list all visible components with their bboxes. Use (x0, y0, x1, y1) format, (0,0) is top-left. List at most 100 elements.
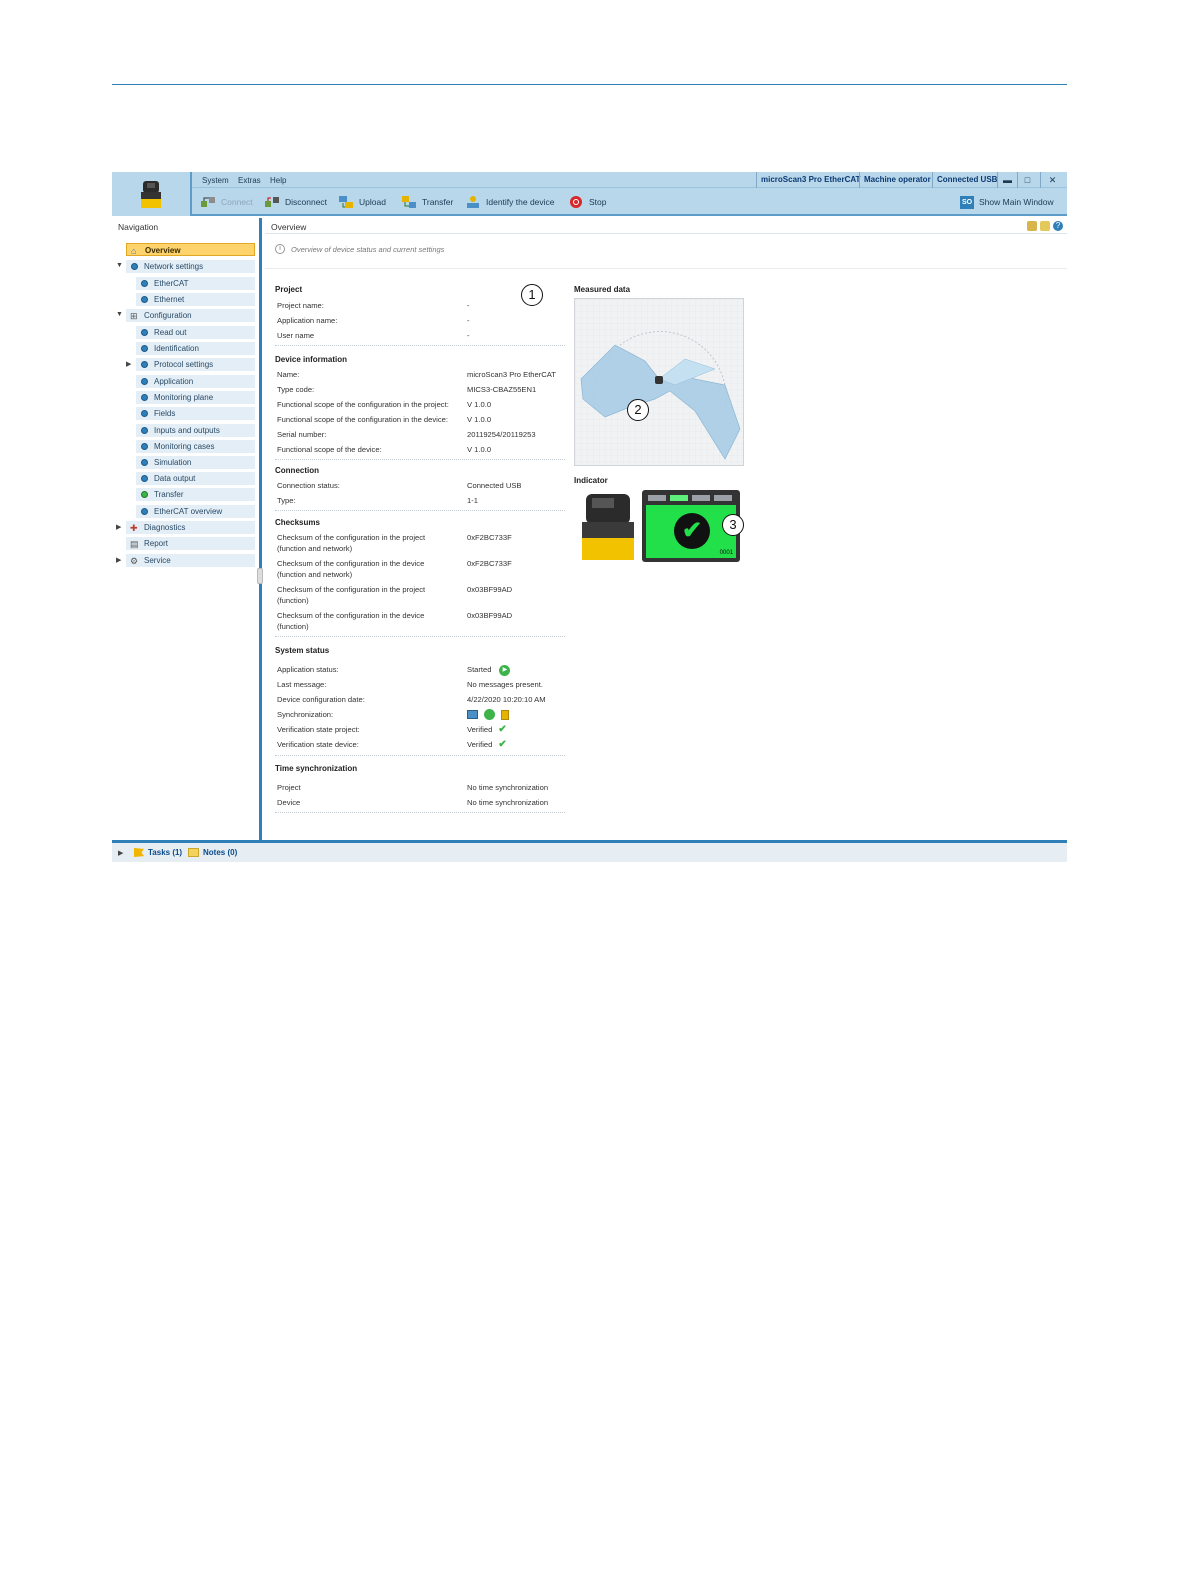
callout-1: 1 (521, 284, 543, 306)
maximize-button[interactable]: □ (1017, 172, 1037, 188)
status-device: microScan3 Pro EtherCAT (756, 172, 864, 188)
device-logo (112, 172, 192, 216)
nav-item-monitoring-cases[interactable]: Monitoring cases (136, 440, 255, 453)
divider (275, 459, 565, 460)
menu-system[interactable]: System (202, 176, 229, 185)
toolbar: Connect Disconnect Upload Transfer Ident… (192, 188, 1067, 216)
indicator-graphic: ✔ 0001 3 (574, 490, 744, 564)
nav-item-label: Fields (154, 409, 176, 418)
nav-item-ethercat[interactable]: EtherCAT (136, 277, 255, 290)
print-icon[interactable] (1027, 221, 1037, 231)
nav-item-label: Read out (154, 328, 187, 337)
nav-item-simulation[interactable]: Simulation (136, 456, 255, 469)
disconnect-button[interactable]: Disconnect (264, 194, 327, 210)
scan-field-graphic (575, 299, 743, 465)
nav-item-monitoring-plane[interactable]: Monitoring plane (136, 391, 255, 404)
show-main-window-button[interactable]: SO Show Main Window (960, 194, 1054, 210)
checksum-label-line1: Checksum of the configuration in the dev… (277, 559, 425, 568)
menu-extras[interactable]: Extras (238, 176, 261, 185)
collapse-arrow-icon[interactable]: ▼ (116, 311, 123, 318)
scanner-device-icon (582, 494, 634, 560)
minimize-button[interactable]: ▬ (997, 172, 1017, 188)
overview-icon: ⌂ (131, 246, 137, 256)
nav-item-application[interactable]: Application (136, 375, 255, 388)
ethercat-icon (141, 280, 148, 287)
tasks-button[interactable]: Tasks (1) (134, 848, 182, 857)
connection-status-value: Connected USB (467, 481, 522, 490)
led-indicator (648, 495, 666, 501)
nav-item-data-output[interactable]: Data output (136, 472, 255, 485)
serial-number-label: Serial number: (277, 430, 327, 439)
menu-help[interactable]: Help (270, 176, 286, 185)
close-button[interactable]: ✕ (1040, 172, 1064, 188)
nav-item-diagnostics[interactable]: ✚ Diagnostics (126, 521, 255, 534)
nav-item-label: Service (144, 556, 171, 565)
application-status-label: Application status: (277, 665, 339, 674)
nav-item-network-settings[interactable]: Network settings (126, 260, 255, 273)
nav-item-configuration[interactable]: ⊞ Configuration (126, 309, 255, 322)
nav-item-ethercat-overview[interactable]: EtherCAT overview (136, 505, 255, 518)
notes-button[interactable]: Notes (0) (188, 848, 237, 857)
checksum-label-line2: (function and network) (277, 543, 353, 553)
nav-item-ethernet[interactable]: Ethernet (136, 293, 255, 306)
verified-check-icon: ✔ (498, 724, 507, 735)
checksum-device-full-label: Checksum of the configuration in the dev… (277, 559, 467, 580)
application-icon (141, 378, 148, 385)
synchronization-label: Synchronization: (277, 710, 334, 719)
note-icon[interactable] (1040, 221, 1050, 231)
overview-header: Overview ? (265, 218, 1067, 234)
nav-item-inputs-outputs[interactable]: Inputs and outputs (136, 424, 255, 437)
show-main-window-label: Show Main Window (979, 197, 1054, 207)
nav-item-transfer[interactable]: Transfer (136, 488, 255, 501)
callout-2: 2 (627, 399, 649, 421)
nav-item-label: Simulation (154, 458, 192, 467)
status-user[interactable]: Machine operator (859, 172, 935, 188)
connect-button[interactable]: Connect (200, 194, 253, 210)
identify-device-button[interactable]: Identify the device (465, 194, 555, 210)
indicator-leds (648, 495, 732, 501)
checksum-device-function-value: 0x03BF99AD (467, 611, 513, 620)
upload-label: Upload (359, 197, 386, 207)
nav-item-protocol-settings[interactable]: Protocol settings (136, 358, 255, 371)
help-icon[interactable]: ? (1053, 221, 1063, 231)
nav-item-fields[interactable]: Fields (136, 407, 255, 420)
collapse-arrow-icon[interactable]: ▼ (116, 262, 123, 269)
nav-item-read-out[interactable]: Read out (136, 326, 255, 339)
service-gear-icon: ⚙ (130, 556, 139, 566)
scope-device-value: V 1.0.0 (467, 415, 492, 424)
connection-status-label: Connection status: (277, 481, 340, 490)
scope-device-label: Functional scope of the configuration in… (277, 415, 448, 424)
identify-device-icon (467, 196, 479, 208)
expand-arrow-icon[interactable]: ▶ (116, 556, 121, 564)
protocol-settings-icon (141, 361, 148, 368)
nav-item-label: Identification (154, 344, 199, 353)
measured-data-heading: Measured data (574, 285, 631, 294)
divider (275, 636, 565, 637)
ethercat-overview-icon (141, 508, 148, 515)
panel-splitter-handle[interactable] (257, 568, 263, 584)
scope-project-label: Functional scope of the configuration in… (277, 400, 449, 409)
transfer-button[interactable]: Transfer (401, 194, 453, 210)
stop-button[interactable]: Stop (568, 194, 607, 210)
expand-arrow-icon[interactable]: ▶ (118, 849, 123, 857)
project-name-label: Project name: (277, 301, 324, 310)
overview-hint-text: Overview of device status and current se… (291, 244, 445, 254)
overview-title: Overview (271, 222, 307, 232)
device-scope-value: V 1.0.0 (467, 445, 492, 454)
checksum-project-function-label: Checksum of the configuration in the pro… (277, 585, 467, 606)
configuration-icon: ⊞ (130, 311, 138, 321)
nav-item-label: Monitoring plane (154, 393, 214, 402)
nav-item-service[interactable]: ⚙ Service (126, 554, 255, 567)
nav-item-overview[interactable]: ⌂ Overview (126, 243, 255, 256)
checksum-label-line1: Checksum of the configuration in the dev… (277, 611, 425, 620)
nav-item-identification[interactable]: Identification (136, 342, 255, 355)
checksum-label-line1: Checksum of the configuration in the pro… (277, 533, 426, 542)
info-icon: i (275, 244, 285, 254)
upload-button[interactable]: Upload (338, 194, 386, 210)
connect-icon (201, 197, 215, 207)
expand-arrow-icon[interactable]: ▶ (126, 360, 131, 368)
nav-item-report[interactable]: ▤ Report (126, 537, 255, 550)
expand-arrow-icon[interactable]: ▶ (116, 523, 121, 531)
show-main-window-icon: SO (960, 195, 974, 209)
bottom-bar: ▶ Tasks (1) Notes (0) (112, 843, 1067, 862)
